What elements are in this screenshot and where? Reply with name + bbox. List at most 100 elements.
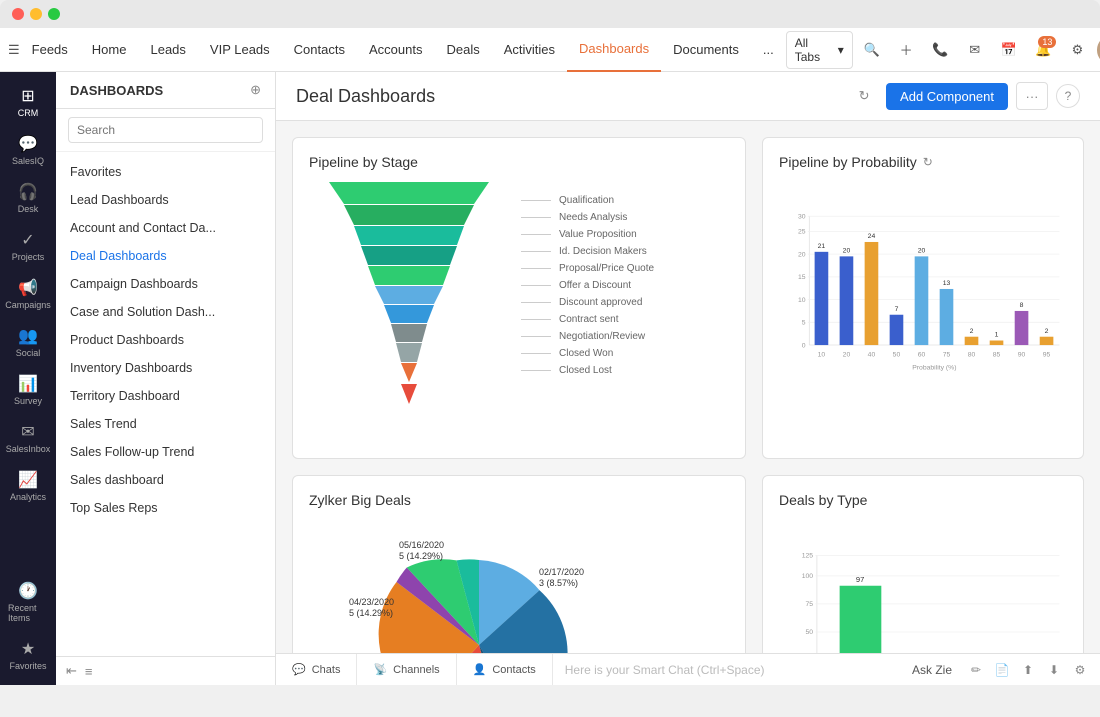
sidebar-item-favorites[interactable]: Favorites (56, 158, 275, 186)
nav-vip-leads[interactable]: VIP Leads (198, 28, 282, 72)
email-button[interactable]: ✉ (960, 34, 990, 66)
nav-home[interactable]: Home (80, 28, 139, 72)
more-options-button[interactable]: ··· (1016, 82, 1048, 110)
search-button[interactable]: 🔍 (857, 34, 887, 66)
svg-text:20: 20 (918, 248, 926, 255)
call-button[interactable]: 📞 (925, 34, 955, 66)
sidebar-item-territory-dashboard[interactable]: Territory Dashboard (56, 382, 275, 410)
sidebar-item-account-contact[interactable]: Account and Contact Da... (56, 214, 275, 242)
bottom-tab-chats[interactable]: 💬 Chats (276, 654, 357, 686)
download-icon[interactable]: ⬇ (1042, 658, 1066, 682)
nav-right-actions: All Tabs ▾ 🔍 ＋ 📞 ✉ 📅 🔔 13 ⚙ U (786, 31, 1100, 69)
contacts-icon: 👤 (473, 663, 487, 676)
sidebar-item-case-solution[interactable]: Case and Solution Dash... (56, 298, 275, 326)
svg-text:2: 2 (970, 328, 974, 335)
calendar-button[interactable]: 📅 (994, 34, 1024, 66)
sidebar-item-survey[interactable]: 📊 Survey (4, 368, 52, 412)
svg-text:97: 97 (856, 575, 864, 584)
maximize-button[interactable] (48, 8, 60, 20)
svg-text:100: 100 (802, 573, 814, 580)
edit-icon[interactable]: ✏ (964, 658, 988, 682)
svg-text:05/16/2020: 05/16/2020 (399, 540, 444, 550)
sidebar-item-sales-followup[interactable]: Sales Follow-up Trend (56, 438, 275, 466)
funnel-label-6: Discount approved (521, 294, 654, 311)
svg-text:20: 20 (843, 248, 851, 255)
salesiq-icon: 💬 (18, 134, 38, 154)
nav-dashboards[interactable]: Dashboards (567, 28, 661, 72)
sidebar-item-lead-dashboards[interactable]: Lead Dashboards (56, 186, 275, 214)
refresh-icon[interactable]: ↻ (923, 155, 933, 169)
refresh-button[interactable]: ↻ (850, 82, 878, 110)
sidebar-item-desk[interactable]: 🎧 Desk (4, 176, 52, 220)
svg-text:0: 0 (802, 342, 806, 349)
funnel-label-1: Needs Analysis (521, 209, 654, 226)
user-avatar[interactable]: U (1097, 36, 1100, 64)
sidebar-item-social[interactable]: 👥 Social (4, 320, 52, 364)
hamburger-menu[interactable]: ☰ (8, 34, 20, 66)
crm-label: CRM (18, 108, 39, 118)
search-box (56, 109, 275, 152)
notification-badge: 13 (1038, 36, 1056, 48)
doc-icon[interactable]: 📄 (990, 658, 1014, 682)
sidebar-item-product-dashboards[interactable]: Product Dashboards (56, 326, 275, 354)
nav-feeds[interactable]: Feeds (20, 28, 80, 72)
all-tabs-button[interactable]: All Tabs ▾ (786, 31, 853, 69)
sidebar-item-salesinbox[interactable]: ✉ SalesInbox (4, 416, 52, 460)
svg-text:10: 10 (798, 297, 806, 304)
svg-text:25: 25 (798, 229, 806, 236)
svg-text:125: 125 (802, 553, 814, 560)
notifications-button[interactable]: 🔔 13 (1028, 34, 1058, 66)
sidebar-item-crm[interactable]: ⊞ CRM (4, 80, 52, 124)
svg-text:40: 40 (868, 351, 876, 358)
svg-text:50: 50 (893, 351, 901, 358)
settings-button[interactable]: ⚙ (1062, 34, 1092, 66)
desk-label: Desk (18, 204, 39, 214)
sidebar-item-salesiq[interactable]: 💬 SalesIQ (4, 128, 52, 172)
svg-text:90: 90 (1018, 351, 1026, 358)
nav-more[interactable]: ... (751, 28, 786, 72)
probability-chart-svg: Record Count 0 5 10 15 20 (779, 182, 1067, 402)
sidebar-item-recent[interactable]: 🕐 Recent Items (4, 575, 52, 629)
upload-icon[interactable]: ⬆ (1016, 658, 1040, 682)
sidebar-item-campaign-dashboards[interactable]: Campaign Dashboards (56, 270, 275, 298)
svg-text:85: 85 (993, 351, 1001, 358)
sidebar-item-sales-dashboard[interactable]: Sales dashboard (56, 466, 275, 494)
close-button[interactable] (12, 8, 24, 20)
sidebar-list-icon[interactable]: ≡ (85, 664, 93, 679)
nav-activities[interactable]: Activities (492, 28, 567, 72)
page-title: Deal Dashboards (296, 86, 435, 107)
sidebar-item-top-reps[interactable]: Top Sales Reps (56, 494, 275, 522)
funnel-label-7: Contract sent (521, 311, 654, 328)
bottom-tab-channels[interactable]: 📡 Channels (357, 654, 456, 686)
recent-label: Recent Items (8, 603, 48, 623)
survey-icon: 📊 (18, 374, 38, 394)
sidebar-collapse-icon[interactable]: ⇤ (66, 663, 77, 679)
sidebar-item-projects[interactable]: ✓ Projects (4, 224, 52, 268)
sidebar-item-deal-dashboards[interactable]: Deal Dashboards (56, 242, 275, 270)
settings-small-icon[interactable]: ⚙ (1068, 658, 1092, 682)
search-input[interactable] (68, 117, 263, 143)
help-button[interactable]: ? (1056, 84, 1080, 108)
svg-text:04/23/2020: 04/23/2020 (349, 597, 394, 607)
nav-accounts[interactable]: Accounts (357, 28, 434, 72)
add-component-button[interactable]: Add Component (886, 83, 1008, 110)
nav-documents[interactable]: Documents (661, 28, 751, 72)
sidebar-item-analytics[interactable]: 📈 Analytics (4, 464, 52, 508)
sidebar-item-campaigns[interactable]: 📢 Campaigns (4, 272, 52, 316)
nav-contacts[interactable]: Contacts (282, 28, 357, 72)
sidebar-item-favorites[interactable]: ★ Favorites (4, 633, 52, 677)
ask-zie[interactable]: Ask Zie (900, 663, 964, 677)
nav-leads[interactable]: Leads (138, 28, 197, 72)
deals-by-type-title: Deals by Type (779, 492, 1067, 508)
funnel-label-2: Value Proposition (521, 226, 654, 243)
minimize-button[interactable] (30, 8, 42, 20)
add-button[interactable]: ＋ (891, 34, 921, 66)
salesinbox-label: SalesInbox (6, 444, 51, 454)
sidebar-list: Favorites Lead Dashboards Account and Co… (56, 152, 275, 656)
sidebar-item-inventory-dashboards[interactable]: Inventory Dashboards (56, 354, 275, 382)
add-dashboard-icon[interactable]: ⊕ (250, 82, 261, 98)
smart-chat-input[interactable]: Here is your Smart Chat (Ctrl+Space) (553, 654, 900, 686)
sidebar-item-sales-trend[interactable]: Sales Trend (56, 410, 275, 438)
nav-deals[interactable]: Deals (434, 28, 491, 72)
bottom-tab-contacts[interactable]: 👤 Contacts (457, 654, 553, 686)
